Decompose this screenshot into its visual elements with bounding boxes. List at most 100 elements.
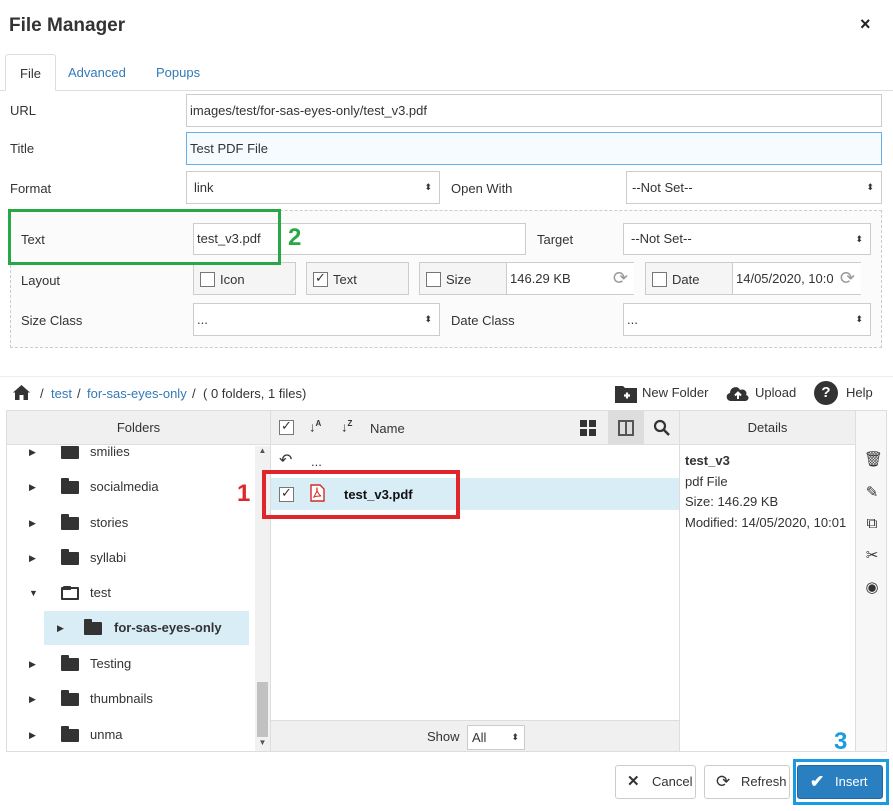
details-header: Details xyxy=(680,411,855,445)
select-arrows-icon: ⬍ xyxy=(855,314,863,324)
layout-label: Layout xyxy=(21,273,61,288)
folder-item[interactable]: ▼ test xyxy=(7,576,255,610)
layout-size-label: Size xyxy=(446,272,472,287)
parent-folder-label: ... xyxy=(311,454,322,469)
edit-icon[interactable]: ✎ xyxy=(864,483,880,501)
folder-item[interactable]: ▶ smilies xyxy=(7,446,255,469)
cloud-upload-icon xyxy=(726,387,749,401)
name-column-header[interactable]: Name xyxy=(370,421,405,436)
scroll-down-icon[interactable]: ▼ xyxy=(255,738,270,750)
home-icon[interactable] xyxy=(12,384,31,401)
folder-icon xyxy=(61,690,79,706)
help-label: Help xyxy=(846,385,873,400)
caret-right-icon[interactable]: ▶ xyxy=(29,541,36,575)
layout-size-option[interactable]: Size 146.29 KB ⟳ xyxy=(419,262,634,295)
date-class-label: Date Class xyxy=(451,313,515,328)
layout-date-option[interactable]: Date 14/05/2020, 10:0 ⟳ xyxy=(645,262,861,295)
caret-down-icon[interactable]: ▼ xyxy=(29,576,38,610)
folder-item[interactable]: ▶ Testing xyxy=(7,647,255,681)
layout-icon-option[interactable]: Icon xyxy=(193,262,296,295)
caret-right-icon[interactable]: ▶ xyxy=(57,611,64,645)
format-select[interactable]: link ⬍ xyxy=(186,171,440,204)
folder-item[interactable]: ▶ socialmedia xyxy=(7,470,255,504)
caret-right-icon[interactable]: ▶ xyxy=(29,470,36,504)
folder-name: for-sas-eyes-only xyxy=(114,620,222,635)
scroll-up-icon[interactable]: ▲ xyxy=(255,446,270,458)
close-icon[interactable]: × xyxy=(860,14,871,35)
show-label: Show xyxy=(427,729,460,744)
caret-right-icon[interactable]: ▶ xyxy=(29,506,36,540)
folder-item-selected[interactable]: ▶ for-sas-eyes-only xyxy=(44,611,249,645)
folder-name: Testing xyxy=(90,656,132,671)
trash-icon[interactable]: 🗑 xyxy=(864,450,883,468)
folder-name: syllabi xyxy=(90,550,127,565)
folder-icon xyxy=(61,446,79,459)
layout-size-checkbox[interactable] xyxy=(426,272,441,287)
files-toolbar: ↓A ↓Z Name xyxy=(271,411,679,445)
preview-eye-icon[interactable]: ◉ xyxy=(864,578,880,596)
folder-item[interactable]: ▶ thumbnails xyxy=(7,682,255,716)
tab-advanced[interactable]: Advanced xyxy=(54,54,140,91)
folders-header: Folders xyxy=(7,411,270,445)
target-select[interactable]: --Not Set-- ⬍ xyxy=(623,223,871,255)
cut-icon[interactable]: ✂ xyxy=(864,546,880,564)
folder-open-icon xyxy=(61,586,79,600)
folder-icon xyxy=(61,478,79,494)
refresh-button[interactable]: ⟳ Refresh xyxy=(704,765,790,799)
caret-right-icon[interactable]: ▶ xyxy=(29,647,36,681)
grid-view-icon[interactable] xyxy=(580,420,596,436)
tab-popups[interactable]: Popups xyxy=(142,54,214,91)
caret-right-icon[interactable]: ▶ xyxy=(29,682,36,716)
layout-date-checkbox[interactable] xyxy=(652,272,667,287)
scrollbar-thumb[interactable] xyxy=(257,682,268,737)
size-class-select[interactable]: ... ⬍ xyxy=(193,303,440,336)
refresh-icon[interactable]: ⟳ xyxy=(839,269,855,287)
folder-item[interactable]: ▶ syllabi xyxy=(7,541,255,575)
cancel-button[interactable]: ✕ Cancel xyxy=(615,765,696,799)
title-input[interactable]: Test PDF File xyxy=(186,132,882,165)
sort-descending-icon[interactable]: ↓Z xyxy=(341,419,352,434)
refresh-icon[interactable]: ⟳ xyxy=(613,269,628,287)
layout-icon-checkbox[interactable] xyxy=(200,272,215,287)
list-view-button[interactable] xyxy=(608,411,644,445)
cancel-label: Cancel xyxy=(652,774,693,789)
folder-name: unma xyxy=(90,727,123,742)
folder-tree: ▶ smilies ▶ socialmedia ▶ stories ▶ syll… xyxy=(7,446,255,751)
annotation-number-2: 2 xyxy=(288,224,302,251)
show-value: All xyxy=(472,730,487,745)
sort-ascending-icon[interactable]: ↓A xyxy=(309,419,321,434)
annotation-box-2 xyxy=(8,209,281,265)
breadcrumb-item-for-sas-eyes-only[interactable]: for-sas-eyes-only xyxy=(87,386,187,401)
folder-name: stories xyxy=(90,515,129,530)
folder-icon xyxy=(84,619,102,635)
show-select[interactable]: All ⬍ xyxy=(467,725,525,750)
size-class-value: ... xyxy=(197,312,208,327)
folders-panel: Folders ▶ smilies ▶ socialmedia ▶ storie… xyxy=(6,410,271,752)
layout-size-value: 146.29 KB ⟳ xyxy=(506,263,634,294)
layout-date-value: 14/05/2020, 10:0 ⟳ xyxy=(732,263,861,294)
breadcrumb-item-test[interactable]: test xyxy=(51,386,72,401)
date-class-select[interactable]: ... ⬍ xyxy=(623,303,871,336)
layout-text-checkbox[interactable] xyxy=(313,270,328,287)
caret-right-icon[interactable]: ▶ xyxy=(29,718,36,751)
tab-file[interactable]: File xyxy=(5,54,56,91)
folder-item[interactable]: ▶ unma xyxy=(7,718,255,751)
caret-right-icon[interactable]: ▶ xyxy=(29,446,36,469)
folder-item[interactable]: ▶ stories xyxy=(7,506,255,540)
select-arrows-icon: ⬍ xyxy=(855,234,863,244)
layout-text-option[interactable]: Text xyxy=(306,262,409,295)
open-with-select[interactable]: --Not Set-- ⬍ xyxy=(626,171,882,204)
refresh-icon: ⟳ xyxy=(716,772,731,791)
folder-name: test xyxy=(90,585,111,600)
search-icon[interactable] xyxy=(653,419,671,437)
dialog-title: File Manager xyxy=(9,15,126,36)
details-name: test_v3 xyxy=(685,453,730,468)
refresh-label: Refresh xyxy=(741,774,787,789)
select-arrows-icon: ⬍ xyxy=(866,182,874,192)
breadcrumb-separator: / xyxy=(40,386,44,401)
format-label: Format xyxy=(10,181,52,196)
copy-icon[interactable]: ⧉ xyxy=(864,515,880,532)
select-all-checkbox[interactable] xyxy=(279,418,294,435)
annotation-box-1 xyxy=(262,470,460,519)
url-input[interactable]: images/test/for-sas-eyes-only/test_v3.pd… xyxy=(186,94,882,127)
